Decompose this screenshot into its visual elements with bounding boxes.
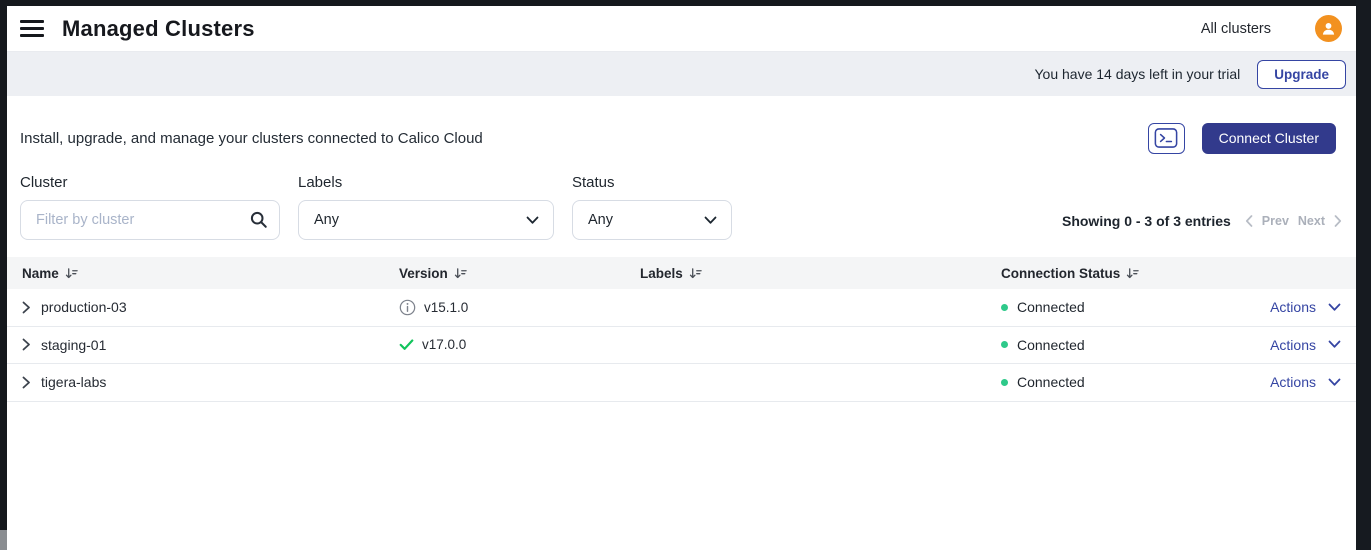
- prev-button[interactable]: Prev: [1262, 214, 1289, 228]
- next-chevron-icon[interactable]: [1334, 215, 1342, 227]
- status-filter-select[interactable]: Any: [572, 200, 732, 240]
- hamburger-menu-icon[interactable]: [20, 19, 44, 39]
- actions-button[interactable]: Actions: [1270, 299, 1316, 315]
- status-filter-group: Status Any: [572, 174, 732, 240]
- sort-icon: [454, 267, 467, 280]
- page-description: Install, upgrade, and manage your cluste…: [20, 130, 483, 147]
- cluster-scope-label[interactable]: All clusters: [1201, 21, 1271, 37]
- user-avatar[interactable]: [1315, 15, 1342, 42]
- table-header-row: Name Version: [7, 257, 1356, 289]
- status-dot-icon: [1001, 379, 1008, 386]
- table-empty-area: [7, 402, 1356, 550]
- labels-filter-value: Any: [314, 212, 339, 228]
- cluster-filter-input[interactable]: [20, 200, 280, 240]
- column-header-name[interactable]: Name: [22, 266, 78, 281]
- chevron-down-icon[interactable]: [1328, 340, 1341, 349]
- sort-icon: [689, 267, 702, 280]
- status-dot-icon: [1001, 304, 1008, 311]
- chevron-down-icon: [704, 216, 717, 225]
- status-filter-value: Any: [588, 212, 613, 228]
- intro-row: Install, upgrade, and manage your cluste…: [20, 122, 1336, 154]
- status-dot-icon: [1001, 341, 1008, 348]
- status-filter-label: Status: [572, 174, 732, 191]
- top-bar: Managed Clusters All clusters: [7, 6, 1356, 52]
- connection-status: Connected: [1017, 337, 1085, 353]
- cluster-name: staging-01: [41, 337, 106, 353]
- managed-clusters-page: Managed Clusters All clusters You have 1…: [7, 6, 1356, 550]
- window-frame-right: [1356, 0, 1371, 550]
- clusters-table: Name Version: [7, 257, 1356, 550]
- cluster-filter-label: Cluster: [20, 174, 280, 191]
- labels-filter-group: Labels Any: [298, 174, 554, 240]
- column-header-labels[interactable]: Labels: [640, 266, 702, 281]
- cluster-version: v15.1.0: [424, 300, 468, 315]
- chevron-down-icon: [526, 216, 539, 225]
- column-header-connection-status[interactable]: Connection Status: [1001, 266, 1139, 281]
- connection-status: Connected: [1017, 374, 1085, 390]
- cluster-version: v17.0.0: [422, 337, 466, 352]
- labels-filter-select[interactable]: Any: [298, 200, 554, 240]
- cluster-filter-group: Cluster: [20, 174, 280, 240]
- search-icon: [250, 211, 268, 234]
- trial-banner: You have 14 days left in your trial Upgr…: [7, 52, 1356, 96]
- pagination-summary: Showing 0 - 3 of 3 entries: [1062, 213, 1231, 229]
- info-icon[interactable]: [399, 299, 416, 316]
- actions-button[interactable]: Actions: [1270, 337, 1316, 353]
- terminal-icon: [1154, 128, 1178, 148]
- expand-row-chevron-icon[interactable]: [22, 338, 31, 351]
- cluster-name: tigera-labs: [41, 374, 106, 390]
- page-title: Managed Clusters: [62, 16, 255, 42]
- check-icon: [399, 339, 414, 351]
- connect-cluster-button[interactable]: Connect Cluster: [1202, 123, 1336, 154]
- next-button[interactable]: Next: [1298, 214, 1325, 228]
- table-row: production-03 v15.1.0 Connected Actions: [7, 289, 1356, 327]
- chevron-down-icon[interactable]: [1328, 303, 1341, 312]
- upgrade-button[interactable]: Upgrade: [1257, 60, 1346, 89]
- chevron-down-icon[interactable]: [1328, 378, 1341, 387]
- labels-filter-label: Labels: [298, 174, 554, 191]
- pagination: Showing 0 - 3 of 3 entries Prev Next: [1062, 213, 1342, 240]
- window-frame-left: [0, 6, 7, 530]
- person-icon: [1320, 20, 1337, 37]
- expand-row-chevron-icon[interactable]: [22, 301, 31, 314]
- terminal-button[interactable]: [1148, 123, 1185, 154]
- cluster-name: production-03: [41, 299, 127, 315]
- sort-icon: [65, 267, 78, 280]
- sort-icon: [1126, 267, 1139, 280]
- trial-message: You have 14 days left in your trial: [1035, 66, 1241, 82]
- table-row: tigera-labs Connected Actions: [7, 364, 1356, 402]
- table-row: staging-01 v17.0.0 Connected Actions: [7, 327, 1356, 365]
- actions-button[interactable]: Actions: [1270, 374, 1316, 390]
- prev-chevron-icon[interactable]: [1245, 215, 1253, 227]
- expand-row-chevron-icon[interactable]: [22, 376, 31, 389]
- window-frame-left-bottom: [0, 530, 7, 550]
- connection-status: Connected: [1017, 299, 1085, 315]
- column-header-version[interactable]: Version: [399, 266, 467, 281]
- filters-row: Cluster Labels Any: [20, 174, 1342, 240]
